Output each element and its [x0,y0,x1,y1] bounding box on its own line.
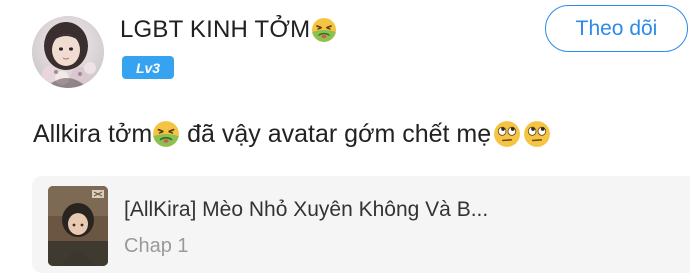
comment-text-part-1: Allkira tởm [33,119,153,148]
nauseated-face-icon [152,120,180,148]
user-avatar[interactable] [32,16,104,88]
linked-story-card[interactable]: [AllKira] Mèo Nhỏ Xuyên Không Và B... Ch… [32,176,690,273]
avatar-image [32,16,104,88]
follow-button[interactable]: Theo dõi [545,5,688,52]
username-text: LGBT KINH TỞM [120,16,311,43]
nauseated-face-icon [311,17,337,43]
comment-post: LGBT KINH TỞM Lv3 Theo dõi Allkira tởm đ… [0,0,690,273]
face-with-rolling-eyes-icon [523,120,551,148]
level-badge: Lv3 [122,56,174,79]
story-chapter: Chap 1 [124,235,189,257]
comment-text: Allkira tởm đã vậy avatar gớm chết mẹ [33,116,551,152]
story-title: [AllKira] Mèo Nhỏ Xuyên Không Và B... [124,198,489,221]
username[interactable]: LGBT KINH TỞM [120,14,337,46]
story-cover-image [48,186,108,266]
comment-text-part-2: đã vậy avatar gớm chết mẹ [180,119,492,148]
face-with-rolling-eyes-icon [493,120,521,148]
